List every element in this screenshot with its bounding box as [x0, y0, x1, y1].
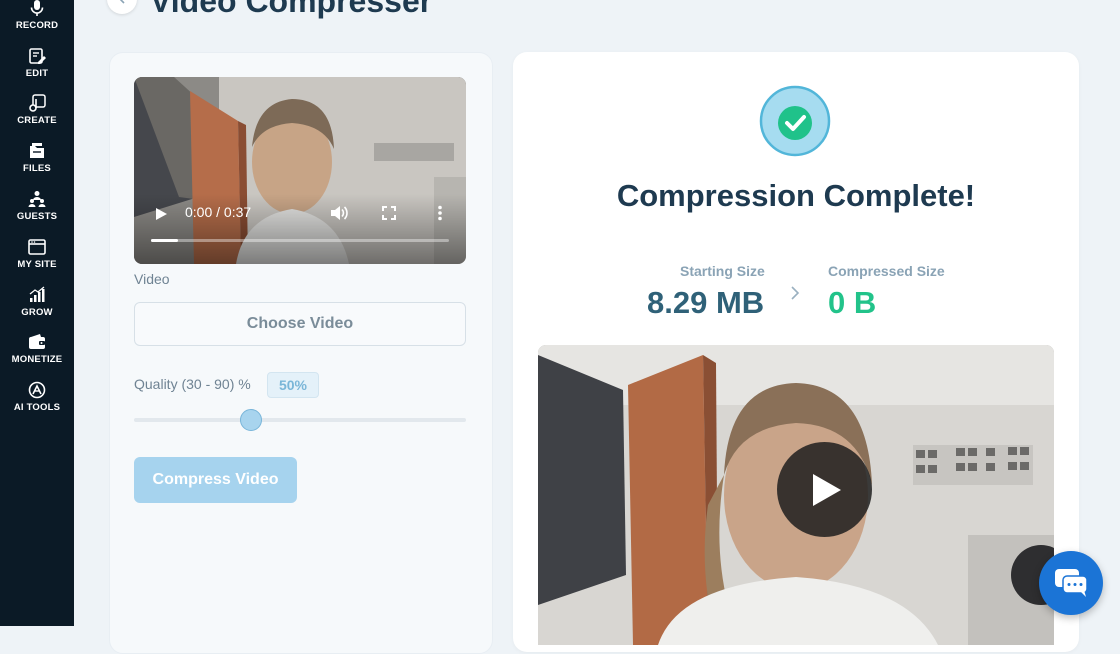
sidebar-item-label: AI TOOLS [13, 402, 61, 413]
volume-icon[interactable] [330, 205, 348, 221]
compressed-size-label: Compressed Size [828, 263, 945, 279]
sidebar-item-label: FILES [23, 163, 51, 174]
sidebar-item-label: RECORD [15, 20, 59, 31]
quality-slider[interactable] [134, 409, 466, 431]
files-icon [30, 143, 44, 158]
play-icon[interactable] [154, 207, 168, 221]
chevron-left-icon [119, 0, 125, 4]
sidebar-item-files[interactable]: FILES [0, 130, 74, 174]
sidebar-item-edit[interactable]: EDIT [0, 35, 74, 79]
ai-icon [28, 381, 46, 399]
sidebar-item-label: GUESTS [16, 211, 58, 222]
compressed-video-player[interactable] [538, 345, 1054, 645]
browser-icon [28, 239, 46, 255]
sidebar-item-grow[interactable]: GROW [0, 274, 74, 318]
back-button[interactable] [107, 0, 137, 14]
chat-button[interactable] [1039, 551, 1103, 615]
sidebar-item-label: MY SITE [17, 259, 57, 270]
compress-video-button[interactable]: Compress Video [134, 457, 297, 503]
quality-value-badge: 50% [267, 372, 319, 398]
sidebar-item-ai-tools[interactable]: AI TOOLS [0, 369, 74, 413]
fullscreen-icon[interactable] [382, 206, 396, 220]
guests-icon [28, 191, 46, 207]
chevron-right-icon [791, 286, 800, 300]
compression-complete-title: Compression Complete! [616, 178, 976, 213]
sidebar-item-my-site[interactable]: MY SITE [0, 226, 74, 270]
sidebar-item-label: EDIT [25, 68, 49, 79]
sidebar-item-label: GROW [21, 307, 53, 318]
sidebar-item-record[interactable]: RECORD [0, 0, 74, 31]
page-title: Video Compresser [150, 0, 433, 19]
sidebar-item-label: MONETIZE [11, 354, 63, 365]
edit-icon [29, 48, 46, 64]
playback-progress[interactable] [151, 239, 449, 242]
player-controls [134, 194, 466, 264]
playback-time: 0:00 / 0:37 [185, 204, 252, 220]
wallet-icon [29, 334, 45, 349]
chat-icon [1055, 569, 1088, 597]
choose-video-button[interactable]: Choose Video [134, 302, 466, 346]
sidebar-item-create[interactable]: CREATE [0, 82, 74, 126]
music-note-icon [29, 94, 46, 112]
sidebar: RECORD EDIT CREATE FILES GUESTS MY SITE … [0, 0, 74, 626]
quality-label: Quality (30 - 90) % [134, 376, 251, 392]
sidebar-item-monetize[interactable]: MONETIZE [0, 321, 74, 365]
sidebar-item-label: CREATE [17, 115, 57, 126]
check-circle-icon [759, 85, 831, 157]
starting-size-value: 8.29 MB [647, 285, 765, 320]
starting-size-label: Starting Size [680, 263, 765, 279]
video-label: Video [134, 271, 170, 287]
source-video-player[interactable]: 0:00 / 0:37 [134, 77, 466, 264]
sidebar-item-guests[interactable]: GUESTS [0, 178, 74, 222]
play-icon [812, 473, 841, 506]
more-options-icon[interactable] [437, 205, 443, 221]
compressed-size-value: 0 B [828, 285, 877, 320]
play-button[interactable] [777, 442, 872, 537]
playback-progress-fill [151, 239, 178, 242]
bar-chart-icon [29, 286, 45, 302]
microphone-icon [30, 0, 44, 16]
